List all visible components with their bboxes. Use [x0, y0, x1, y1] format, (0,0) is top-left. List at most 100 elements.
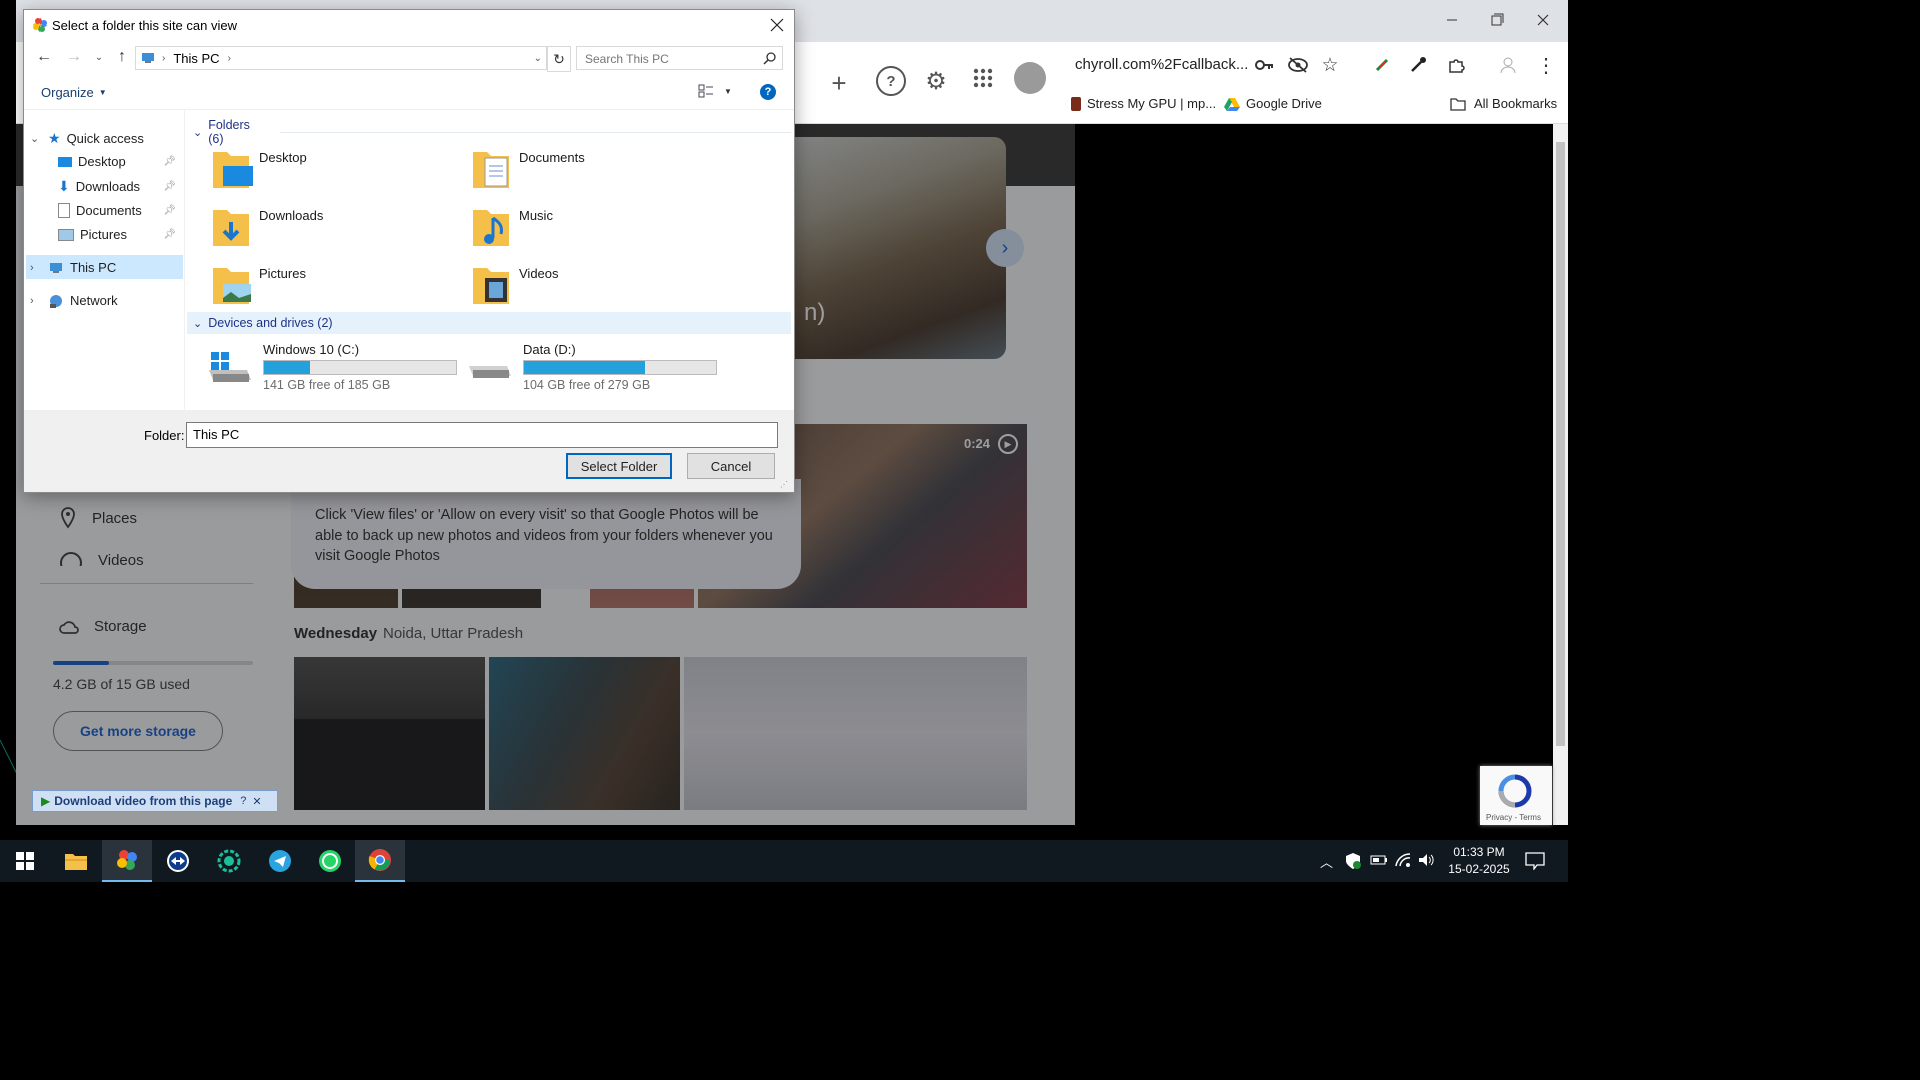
google-drive-icon	[1224, 97, 1240, 111]
breadcrumb-chevron-icon[interactable]: ›	[228, 53, 231, 64]
select-folder-dialog: Select a folder this site can view ← → ⌄…	[23, 9, 795, 493]
forward-arrow-icon[interactable]: →	[64, 47, 84, 67]
nav-documents[interactable]: Documents 📌︎	[58, 203, 176, 218]
drive-usage-bar	[263, 360, 457, 375]
system-clock[interactable]: 01:33 PM 15-02-2025	[1444, 844, 1514, 878]
dropdown-arrow-icon: ▼	[724, 86, 732, 96]
folder-downloads[interactable]: Downloads	[211, 204, 451, 254]
select-folder-button[interactable]: Select Folder	[566, 453, 672, 479]
folder-field[interactable]: This PC	[186, 422, 778, 448]
organize-menu[interactable]: Organize ▼	[41, 85, 107, 100]
notification-center-icon[interactable]	[1525, 852, 1545, 873]
battery-icon[interactable]	[1370, 854, 1388, 869]
taskbar-teamviewer[interactable]	[153, 840, 203, 882]
clock-date: 15-02-2025	[1448, 862, 1510, 876]
drives-group-header[interactable]: ⌄ Devices and drives (2)	[193, 316, 333, 330]
address-bar-text[interactable]: chyroll.com%2Fcallback...	[1075, 52, 1255, 78]
pin-icon: 📌︎	[163, 205, 176, 216]
breadcrumb-this-pc[interactable]: This PC	[173, 51, 219, 66]
security-shield-icon[interactable]	[1345, 852, 1361, 873]
close-window-button[interactable]	[1532, 10, 1554, 30]
taskbar-chrome[interactable]	[355, 840, 405, 882]
expand-chevron-icon[interactable]: ›	[30, 262, 42, 274]
show-hidden-icons-chevron-icon[interactable]: ︿	[1320, 852, 1333, 871]
minimize-window-button[interactable]	[1441, 10, 1463, 30]
key-icon[interactable]	[1252, 54, 1276, 76]
cancel-button[interactable]: Cancel	[687, 453, 775, 479]
folder-videos[interactable]: Videos	[471, 262, 711, 312]
restore-window-button[interactable]	[1486, 10, 1508, 30]
page-scrollbar[interactable]	[1553, 124, 1568, 825]
bookmark-label: Stress My GPU | mp...	[1087, 96, 1217, 111]
eye-off-icon[interactable]	[1286, 54, 1310, 76]
nav-this-pc-label: This PC	[70, 260, 117, 275]
apps-grid-icon[interactable]	[973, 68, 993, 88]
extension-color-icon[interactable]	[1370, 54, 1394, 76]
bookmark-stress-gpu[interactable]: Stress My GPU | mp...	[1071, 96, 1216, 111]
taskbar-whatsapp[interactable]	[305, 840, 355, 882]
folder-music[interactable]: Music	[471, 204, 711, 254]
help-icon[interactable]: ?	[240, 795, 246, 807]
all-bookmarks-button[interactable]: All Bookmarks	[1450, 96, 1557, 111]
download-video-bar[interactable]: ▶ Download video from this page ? ✕	[32, 790, 278, 812]
folder-documents[interactable]: Documents	[471, 146, 711, 196]
profile-icon[interactable]	[1496, 54, 1520, 76]
nav-network[interactable]: › Network	[30, 293, 118, 308]
expand-chevron-icon[interactable]: ⌄	[30, 132, 42, 145]
command-bar: Organize ▼ ▼ ?	[24, 76, 794, 110]
taskbar-app-green[interactable]	[204, 840, 254, 882]
settings-gear-icon[interactable]: ⚙	[922, 67, 950, 95]
taskbar-telegram[interactable]	[255, 840, 305, 882]
add-icon[interactable]: +	[824, 68, 854, 98]
scrollbar-thumb[interactable]	[1556, 142, 1565, 746]
nav-desktop[interactable]: Desktop 📌︎	[58, 154, 176, 169]
address-bar[interactable]: › This PC › ⌄	[135, 46, 547, 70]
nav-desktop-label: Desktop	[78, 154, 126, 169]
folders-group-header[interactable]: ⌄ Folders (6)	[193, 118, 791, 146]
dialog-close-button[interactable]	[766, 14, 788, 36]
help-icon[interactable]: ?	[760, 84, 776, 100]
wifi-icon[interactable]	[1394, 852, 1412, 871]
file-explorer-icon	[65, 854, 87, 870]
folders-header-label: Folders (6)	[208, 118, 250, 146]
up-arrow-icon[interactable]: ↑	[112, 47, 132, 67]
folder-desktop[interactable]: Desktop	[211, 146, 451, 196]
help-icon[interactable]: ?	[876, 66, 906, 96]
account-avatar[interactable]	[1014, 62, 1046, 94]
recaptcha-badge[interactable]: Privacy - Terms	[1480, 766, 1552, 825]
pin-icon: 📌︎	[163, 229, 176, 240]
downloads-folder-icon	[213, 210, 249, 246]
chrome-menu-icon[interactable]: ⋮	[1534, 54, 1558, 77]
nav-quick-access[interactable]: ⌄ ★ Quick access	[30, 130, 144, 147]
download-bar-label: Download video from this page	[54, 794, 233, 808]
back-arrow-icon[interactable]: ←	[34, 47, 54, 67]
folder-pictures[interactable]: Pictures	[211, 262, 451, 312]
resize-grip-icon[interactable]: ⋰	[780, 480, 790, 490]
pictures-folder-icon	[213, 268, 251, 304]
drive-d[interactable]: Data (D:) 104 GB free of 279 GB	[467, 340, 717, 392]
bookmark-google-drive[interactable]: Google Drive	[1224, 96, 1322, 111]
extensions-puzzle-icon[interactable]	[1444, 54, 1468, 76]
recaptcha-links[interactable]: Privacy - Terms	[1486, 813, 1541, 822]
view-options[interactable]: ▼	[698, 84, 732, 98]
start-button[interactable]	[0, 840, 50, 882]
close-icon[interactable]: ✕	[252, 795, 261, 808]
taskbar-file-explorer[interactable]	[51, 840, 101, 882]
nav-downloads[interactable]: ⬇ Downloads 📌︎	[58, 178, 176, 195]
expand-chevron-icon[interactable]: ›	[30, 295, 42, 307]
nav-network-label: Network	[70, 293, 118, 308]
refresh-icon[interactable]: ↻	[547, 46, 571, 72]
recent-locations-chevron-icon[interactable]: ⌄	[92, 47, 106, 67]
drive-c[interactable]: Windows 10 (C:) 141 GB free of 185 GB	[207, 340, 457, 392]
eyedropper-icon[interactable]	[1406, 54, 1430, 76]
search-input[interactable]	[583, 49, 757, 69]
taskbar-google-photos[interactable]	[102, 840, 152, 882]
nav-pictures[interactable]: Pictures 📌︎	[58, 227, 176, 242]
bookmark-star-icon[interactable]: ☆	[1318, 54, 1342, 76]
dialog-footer: Folder: This PC Select Folder Cancel ⋰	[24, 410, 794, 492]
desktop-icon	[58, 156, 72, 167]
address-dropdown-chevron-icon[interactable]: ⌄	[534, 53, 542, 64]
search-field[interactable]	[576, 46, 783, 70]
volume-icon[interactable]	[1417, 852, 1435, 871]
nav-this-pc[interactable]: › This PC	[30, 260, 116, 275]
